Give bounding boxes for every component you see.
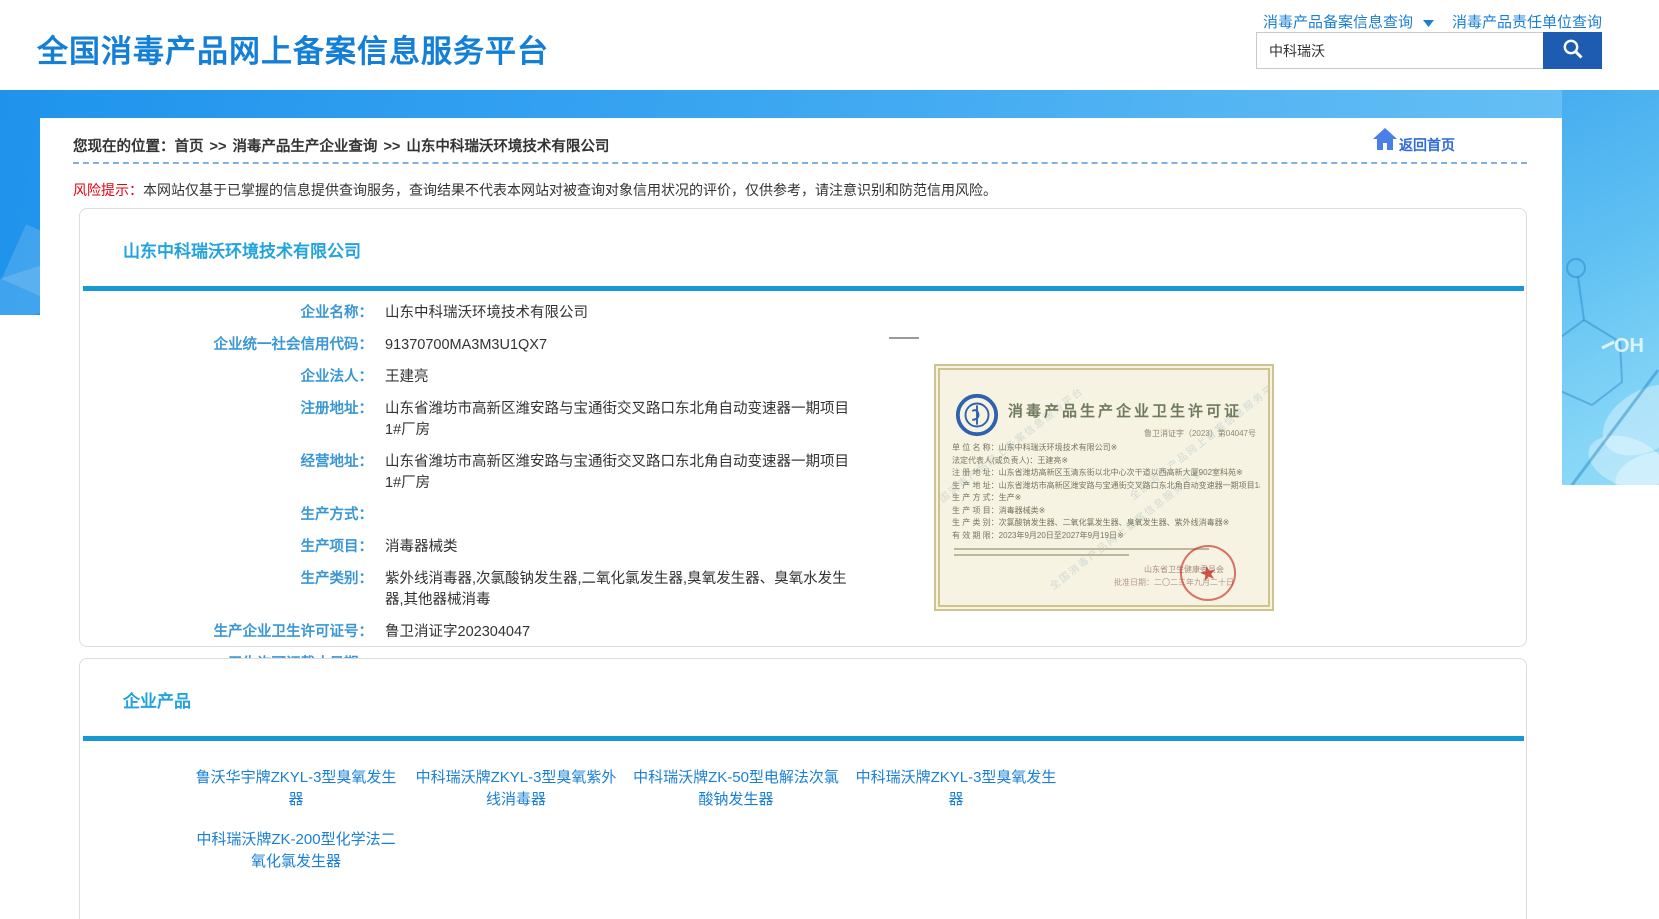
field-label: 企业名称：: [80, 303, 373, 324]
certificate-number: 鲁卫消证字（2023）第04047号: [1144, 428, 1256, 439]
scan-artifact-dash: [889, 337, 919, 339]
breadcrumb-company[interactable]: 山东中科瑞沃环境技术有限公司: [406, 139, 609, 155]
risk-notice-label: 风险提示：: [73, 182, 143, 198]
page-header: 全国消毒产品网上备案信息服务平台 消毒产品备案信息查询 消毒产品责任单位查询: [0, 0, 1659, 90]
field-label: 企业法人：: [80, 367, 373, 388]
products-card-title: 企业产品: [123, 687, 191, 712]
field-value: 91370700MA3M3U1QX7: [385, 335, 547, 356]
products-card: 企业产品 鲁沃华宇牌ZKYL-3型臭氧发生器 中科瑞沃牌ZKYL-3型臭氧紫外线…: [79, 658, 1527, 919]
risk-notice-text: 本网站仅基于已掌握的信息提供查询服务，查询结果不代表本网站对被查询对象信用状况的…: [143, 182, 997, 198]
molecule-illustration-icon: OH: [1562, 90, 1659, 485]
nav-link-unit-query[interactable]: 消毒产品责任单位查询: [1452, 11, 1602, 32]
product-link[interactable]: 中科瑞沃牌ZKYL-3型臭氧发生器: [850, 767, 1062, 811]
breadcrumb-separator: >>: [383, 139, 400, 155]
search-icon: [1561, 37, 1585, 64]
product-link[interactable]: 中科瑞沃牌ZKYL-3型臭氧紫外线消毒器: [410, 767, 622, 811]
field-label: 注册地址：: [80, 399, 373, 441]
product-link[interactable]: 鲁沃华宇牌ZKYL-3型臭氧发生器: [190, 767, 402, 811]
risk-notice: 风险提示：本网站仅基于已掌握的信息提供查询服务，查询结果不代表本网站对被查询对象…: [73, 180, 997, 200]
dashed-divider: [73, 162, 1527, 164]
certificate-line: 生 产 项 目：消毒器械类※: [952, 505, 1260, 518]
field-value: 消毒器械类: [385, 537, 458, 558]
certificate-detail-lines: 单 位 名 称：山东中科瑞沃环境技术有限公司※ 法定代表人(或负责人)：王建亮※…: [952, 442, 1260, 542]
product-link[interactable]: 中科瑞沃牌ZK-200型化学法二氧化氯发生器: [190, 829, 402, 873]
search-button[interactable]: [1543, 32, 1602, 69]
product-list: 鲁沃华宇牌ZKYL-3型臭氧发生器 中科瑞沃牌ZKYL-3型臭氧紫外线消毒器 中…: [190, 767, 1070, 873]
field-row-business-address: 经营地址： 山东省潍坊市高新区潍安路与宝通街交叉路口东北角自动变速器一期项目1#…: [80, 452, 870, 494]
card-title-rule: [83, 286, 1524, 291]
certificate-line: 有 效 期 限：2023年9月20日至2027年9月19日※: [952, 530, 1260, 543]
content-panel: 您现在的位置：首页 >> 消毒产品生产企业查询 >> 山东中科瑞沃环境技术有限公司 返回…: [40, 118, 1562, 919]
chevron-down-icon[interactable]: [1423, 14, 1434, 31]
page: OH 全国消毒产品网上备案信息服务平台 消毒产品备案信息查询 消毒产品责任单位查…: [0, 0, 1659, 919]
breadcrumb-enterprise-query[interactable]: 消毒产品生产企业查询: [232, 139, 377, 155]
certificate-line: 生 产 地 址：山东省潍坊市高新区潍安路与宝通街交叉路口东北角自动变速器一期项目…: [952, 480, 1260, 493]
certificate-title: 消毒产品生产企业卫生许可证: [1008, 400, 1242, 421]
field-value: 山东省潍坊市高新区潍安路与宝通街交叉路口东北角自动变速器一期项目1#厂房: [385, 452, 850, 494]
field-value: 山东中科瑞沃环境技术有限公司: [385, 303, 588, 324]
field-row-license-number: 生产企业卫生许可证号： 鲁卫消证字202304047: [80, 622, 870, 643]
certificate-line: 生 产 方 式：生产※: [952, 492, 1260, 505]
svg-text:OH: OH: [1614, 335, 1644, 357]
field-label: 生产方式：: [80, 505, 373, 526]
certificate-line: 法定代表人(或负责人)：王建亮※: [952, 455, 1260, 468]
certificate-line: 生 产 类 别：次氯酸钠发生器、二氧化氯发生器、臭氧发生器、紫外线消毒器※: [952, 517, 1260, 530]
field-row-production-category: 生产类别： 紫外线消毒器,次氯酸钠发生器,二氧化氯发生器,臭氧发生器、臭氧水发生…: [80, 569, 870, 611]
site-title: 全国消毒产品网上备案信息服务平台: [37, 26, 549, 71]
back-home-label: 返回首页: [1399, 135, 1455, 155]
search-bar: [1256, 32, 1602, 69]
certificate-line: 注 册 地 址：山东省潍坊高新区玉清东街以北中心次干道以西高新大厦902室科苑※: [952, 467, 1260, 480]
field-row-registered-address: 注册地址： 山东省潍坊市高新区潍安路与宝通街交叉路口东北角自动变速器一期项目1#…: [80, 399, 870, 441]
company-card-title: 山东中科瑞沃环境技术有限公司: [123, 237, 361, 262]
home-icon: [1373, 128, 1397, 155]
field-label: 生产项目：: [80, 537, 373, 558]
breadcrumb-home[interactable]: 首页: [175, 139, 204, 155]
search-input[interactable]: [1256, 32, 1543, 69]
company-card: 山东中科瑞沃环境技术有限公司 企业名称： 山东中科瑞沃环境技术有限公司 企业统一…: [79, 208, 1527, 647]
breadcrumb-separator: >>: [210, 139, 227, 155]
field-label: 生产企业卫生许可证号：: [80, 622, 373, 643]
field-row-production-project: 生产项目： 消毒器械类: [80, 537, 870, 558]
breadcrumb: 您现在的位置：首页 >> 消毒产品生产企业查询 >> 山东中科瑞沃环境技术有限公司: [73, 135, 609, 156]
field-label: 生产类别：: [80, 569, 373, 611]
company-fields: 企业名称： 山东中科瑞沃环境技术有限公司 企业统一社会信用代码： 9137070…: [80, 303, 870, 686]
nav-link-record-query[interactable]: 消毒产品备案信息查询: [1263, 11, 1413, 32]
field-value: 紫外线消毒器,次氯酸钠发生器,二氧化氯发生器,臭氧发生器、臭氧水发生器,其他器械…: [385, 569, 850, 611]
field-label: 经营地址：: [80, 452, 373, 494]
license-certificate-image: 全国消毒产品网上备案信息服务平台 全国消毒产品网上备案信息服务平台 全国消毒产品…: [934, 364, 1274, 611]
field-row-production-method: 生产方式：: [80, 505, 870, 526]
field-row-legal-person: 企业法人： 王建亮: [80, 367, 870, 388]
molecule-background: OH: [1562, 90, 1659, 485]
top-nav: 消毒产品备案信息查询 消毒产品责任单位查询: [1263, 11, 1602, 32]
field-value: 王建亮: [385, 367, 429, 388]
field-value: 鲁卫消证字202304047: [385, 622, 530, 643]
certificate-line: 单 位 名 称：山东中科瑞沃环境技术有限公司※: [952, 442, 1260, 455]
field-label: 企业统一社会信用代码：: [80, 335, 373, 356]
card-title-rule: [83, 736, 1524, 741]
certificate-fineprint: [954, 548, 1209, 560]
certificate-emblem-icon: [954, 392, 1000, 438]
field-row-credit-code: 企业统一社会信用代码： 91370700MA3M3U1QX7: [80, 335, 870, 356]
field-row-name: 企业名称： 山东中科瑞沃环境技术有限公司: [80, 303, 870, 324]
breadcrumb-prefix: 您现在的位置：: [73, 139, 175, 155]
back-home-link[interactable]: 返回首页: [1373, 128, 1455, 155]
field-value: 山东省潍坊市高新区潍安路与宝通街交叉路口东北角自动变速器一期项目1#厂房: [385, 399, 850, 441]
product-link[interactable]: 中科瑞沃牌ZK-50型电解法次氯酸钠发生器: [630, 767, 842, 811]
